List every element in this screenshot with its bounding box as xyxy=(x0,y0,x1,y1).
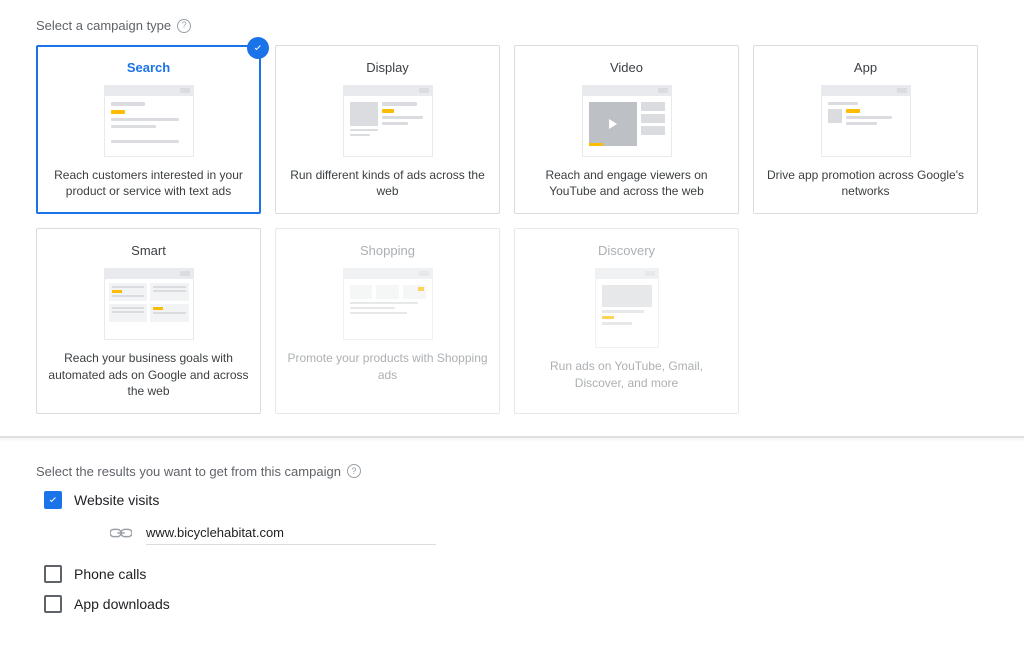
campaign-card-shopping: Shopping Promote your products with Shop… xyxy=(275,228,500,414)
thumbnail-app-icon xyxy=(821,85,911,157)
card-desc: Reach and engage viewers on YouTube and … xyxy=(525,167,728,199)
thumbnail-display-icon xyxy=(343,85,433,157)
result-row-phone-calls: Phone calls xyxy=(44,565,988,583)
campaign-card-display[interactable]: Display Run differ xyxy=(275,45,500,214)
section-label-results: Select the results you want to get from … xyxy=(36,464,988,479)
campaign-card-app[interactable]: App Drive app promotion across Googl xyxy=(753,45,978,214)
result-label: App downloads xyxy=(74,596,170,612)
card-title: Video xyxy=(610,60,643,75)
checkbox-phone-calls[interactable] xyxy=(44,565,62,583)
card-desc: Reach customers interested in your produ… xyxy=(47,167,250,199)
card-desc: Reach your business goals with automated… xyxy=(47,350,250,399)
thumbnail-discovery-icon xyxy=(595,268,659,348)
card-desc: Promote your products with Shopping ads xyxy=(286,350,489,382)
card-desc: Run different kinds of ads across the we… xyxy=(286,167,489,199)
thumbnail-shopping-icon xyxy=(343,268,433,340)
result-label: Phone calls xyxy=(74,566,146,582)
result-row-app-downloads: App downloads xyxy=(44,595,988,613)
checkbox-website-visits[interactable] xyxy=(44,491,62,509)
result-label: Website visits xyxy=(74,492,159,508)
result-row-website-visits: Website visits xyxy=(44,491,988,509)
card-title: Smart xyxy=(131,243,166,258)
section-label-text: Select a campaign type xyxy=(36,18,171,33)
campaign-card-video[interactable]: Video Reach and engage viewers on YouTub… xyxy=(514,45,739,214)
campaign-card-grid: Search Reach customers interested in you… xyxy=(36,45,988,414)
campaign-card-discovery: Discovery Run ads on YouTube, Gmail, Dis… xyxy=(514,228,739,414)
thumbnail-video-icon xyxy=(582,85,672,157)
checkbox-app-downloads[interactable] xyxy=(44,595,62,613)
card-title: Discovery xyxy=(598,243,655,258)
website-url-row xyxy=(110,521,988,545)
card-desc: Run ads on YouTube, Gmail, Discover, and… xyxy=(525,358,728,390)
card-desc: Drive app promotion across Google's netw… xyxy=(764,167,967,199)
website-url-input[interactable] xyxy=(146,521,436,545)
card-title: App xyxy=(854,60,877,75)
section-label-text: Select the results you want to get from … xyxy=(36,464,341,479)
card-title: Shopping xyxy=(360,243,415,258)
campaign-type-panel: Select a campaign type ? Search Reach cu… xyxy=(0,0,1024,438)
card-title: Search xyxy=(127,60,170,75)
card-title: Display xyxy=(366,60,409,75)
help-icon[interactable]: ? xyxy=(177,19,191,33)
thumbnail-search-icon xyxy=(104,85,194,157)
thumbnail-smart-icon xyxy=(104,268,194,340)
check-badge-icon xyxy=(247,37,269,59)
campaign-card-search[interactable]: Search Reach customers interested in you… xyxy=(36,45,261,214)
help-icon[interactable]: ? xyxy=(347,464,361,478)
results-panel: Select the results you want to get from … xyxy=(0,438,1024,655)
campaign-card-smart[interactable]: Smart Reach your business goals with aut… xyxy=(36,228,261,414)
link-icon xyxy=(110,527,132,539)
section-label-campaign-type: Select a campaign type ? xyxy=(36,18,988,33)
